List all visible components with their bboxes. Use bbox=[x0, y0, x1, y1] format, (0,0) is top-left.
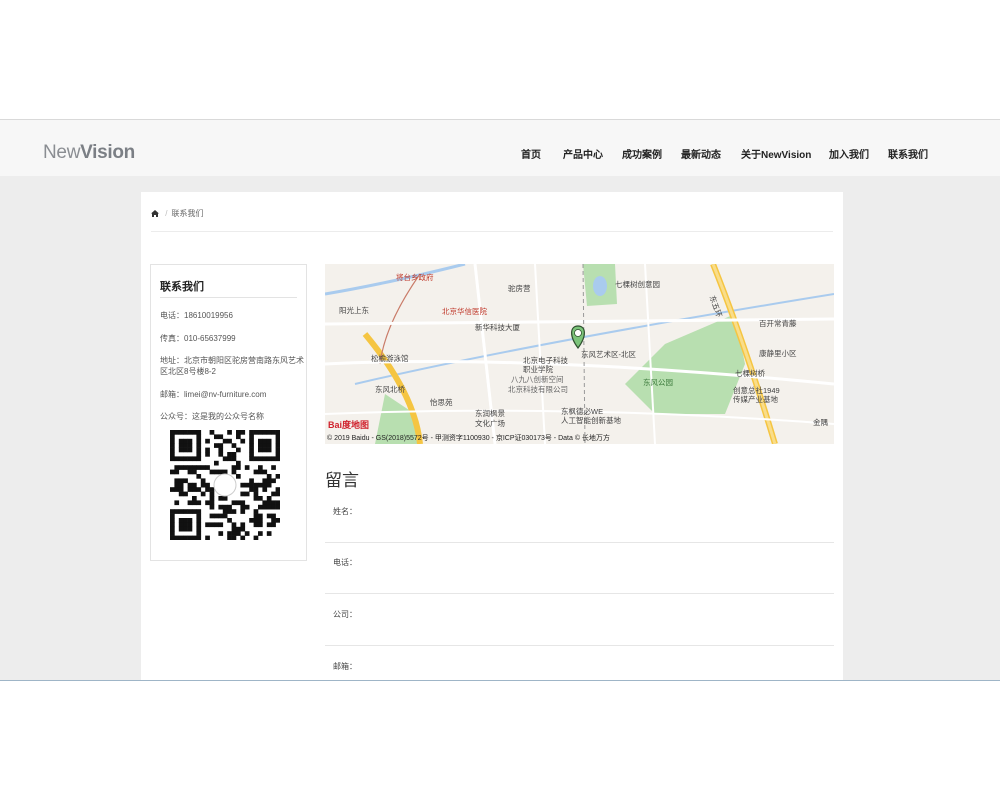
contact-phone: 电话：18610019956 bbox=[160, 311, 233, 320]
qr-code-icon bbox=[170, 430, 281, 541]
breadcrumb-divider bbox=[151, 231, 833, 232]
email-label: 邮箱： bbox=[333, 662, 357, 671]
sidebar-divider bbox=[160, 297, 297, 298]
contact-address: 地址：北京市朝阳区驼房营南路东风艺术区北区8号楼8-2 bbox=[160, 356, 304, 376]
map-label: 怡思苑 bbox=[430, 398, 453, 407]
map-label: 康静里小区 bbox=[759, 349, 797, 358]
name-field[interactable]: 姓名： bbox=[325, 492, 834, 543]
map-label: 金隅 bbox=[813, 418, 828, 427]
map-label: 北京科技有限公司 bbox=[508, 385, 568, 394]
map-copyright: © 2019 Baidu - GS(2018)5572号 - 甲测资字11009… bbox=[327, 435, 610, 442]
map-label: 阳光上东 bbox=[339, 306, 369, 315]
sidebar-title: 联系我们 bbox=[160, 281, 204, 293]
nav-cases[interactable]: 成功案例 bbox=[622, 146, 662, 161]
breadcrumb-current: 联系我们 bbox=[171, 209, 204, 218]
top-blank bbox=[0, 0, 1000, 119]
email-field[interactable]: 邮箱： bbox=[325, 647, 834, 680]
phone-label: 电话： bbox=[333, 558, 357, 567]
contact-sidebar: 联系我们 电话：18610019956 传真：010-65637999 地址：北… bbox=[150, 264, 307, 561]
contact-email: 邮箱：limei@nv-furniture.com bbox=[160, 390, 267, 399]
map-label: 百开常青藤 bbox=[759, 319, 797, 328]
company-label: 公司： bbox=[333, 610, 357, 619]
nav-join[interactable]: 加入我们 bbox=[829, 146, 869, 161]
main-nav: 首页 产品中心 成功案例 最新动态 关于NewVision 加入我们 联系我们 bbox=[0, 146, 1000, 162]
content-card: / 联系我们 联系我们 电话：18610019956 传真：010-6563799… bbox=[141, 192, 843, 680]
nav-about[interactable]: 关于NewVision bbox=[741, 146, 811, 161]
nav-home[interactable]: 首页 bbox=[521, 146, 541, 161]
home-icon[interactable] bbox=[151, 209, 161, 218]
map-label: 传媒产业基地 bbox=[733, 395, 778, 404]
site-header: NewVision 首页 产品中心 成功案例 最新动态 关于NewVision … bbox=[0, 119, 1000, 176]
map-label: 东风北桥 bbox=[375, 385, 405, 394]
message-title: 留言 bbox=[325, 471, 359, 490]
contact-wechat: 公众号：这是我的公众号名称 bbox=[160, 412, 264, 421]
nav-contact[interactable]: 联系我们 bbox=[888, 146, 928, 161]
map[interactable]: 将台乡政府 驼房营 七棵树创意园 阳光上东 北京华信医院 新华科技大厦 百开常青… bbox=[325, 264, 834, 444]
map-label: 驼房营 bbox=[508, 284, 531, 293]
breadcrumb: / 联系我们 bbox=[151, 208, 203, 219]
nav-products[interactable]: 产品中心 bbox=[563, 146, 603, 161]
map-label: 北京华信医院 bbox=[442, 307, 487, 316]
map-label: 文化广场 bbox=[475, 419, 505, 428]
map-label: 东风公园 bbox=[643, 378, 673, 387]
map-brand-logo: Bai度地图 bbox=[328, 420, 370, 430]
bottom-divider bbox=[0, 680, 1000, 681]
map-label: 新华科技大厦 bbox=[475, 323, 520, 332]
phone-field[interactable]: 电话： bbox=[325, 543, 834, 594]
company-field[interactable]: 公司： bbox=[325, 595, 834, 646]
map-label: 将台乡政府 bbox=[396, 273, 434, 282]
map-label: 松榆游泳馆 bbox=[371, 354, 409, 363]
map-label: 人工智能创新基地 bbox=[561, 416, 621, 425]
name-label: 姓名： bbox=[333, 507, 357, 516]
map-label: 七棵树桥 bbox=[735, 369, 765, 378]
map-label: 东风艺术区-北区 bbox=[581, 350, 636, 359]
nav-news[interactable]: 最新动态 bbox=[681, 146, 721, 161]
map-label: 七棵树创意园 bbox=[615, 280, 660, 289]
contact-fax: 传真：010-65637999 bbox=[160, 334, 236, 343]
